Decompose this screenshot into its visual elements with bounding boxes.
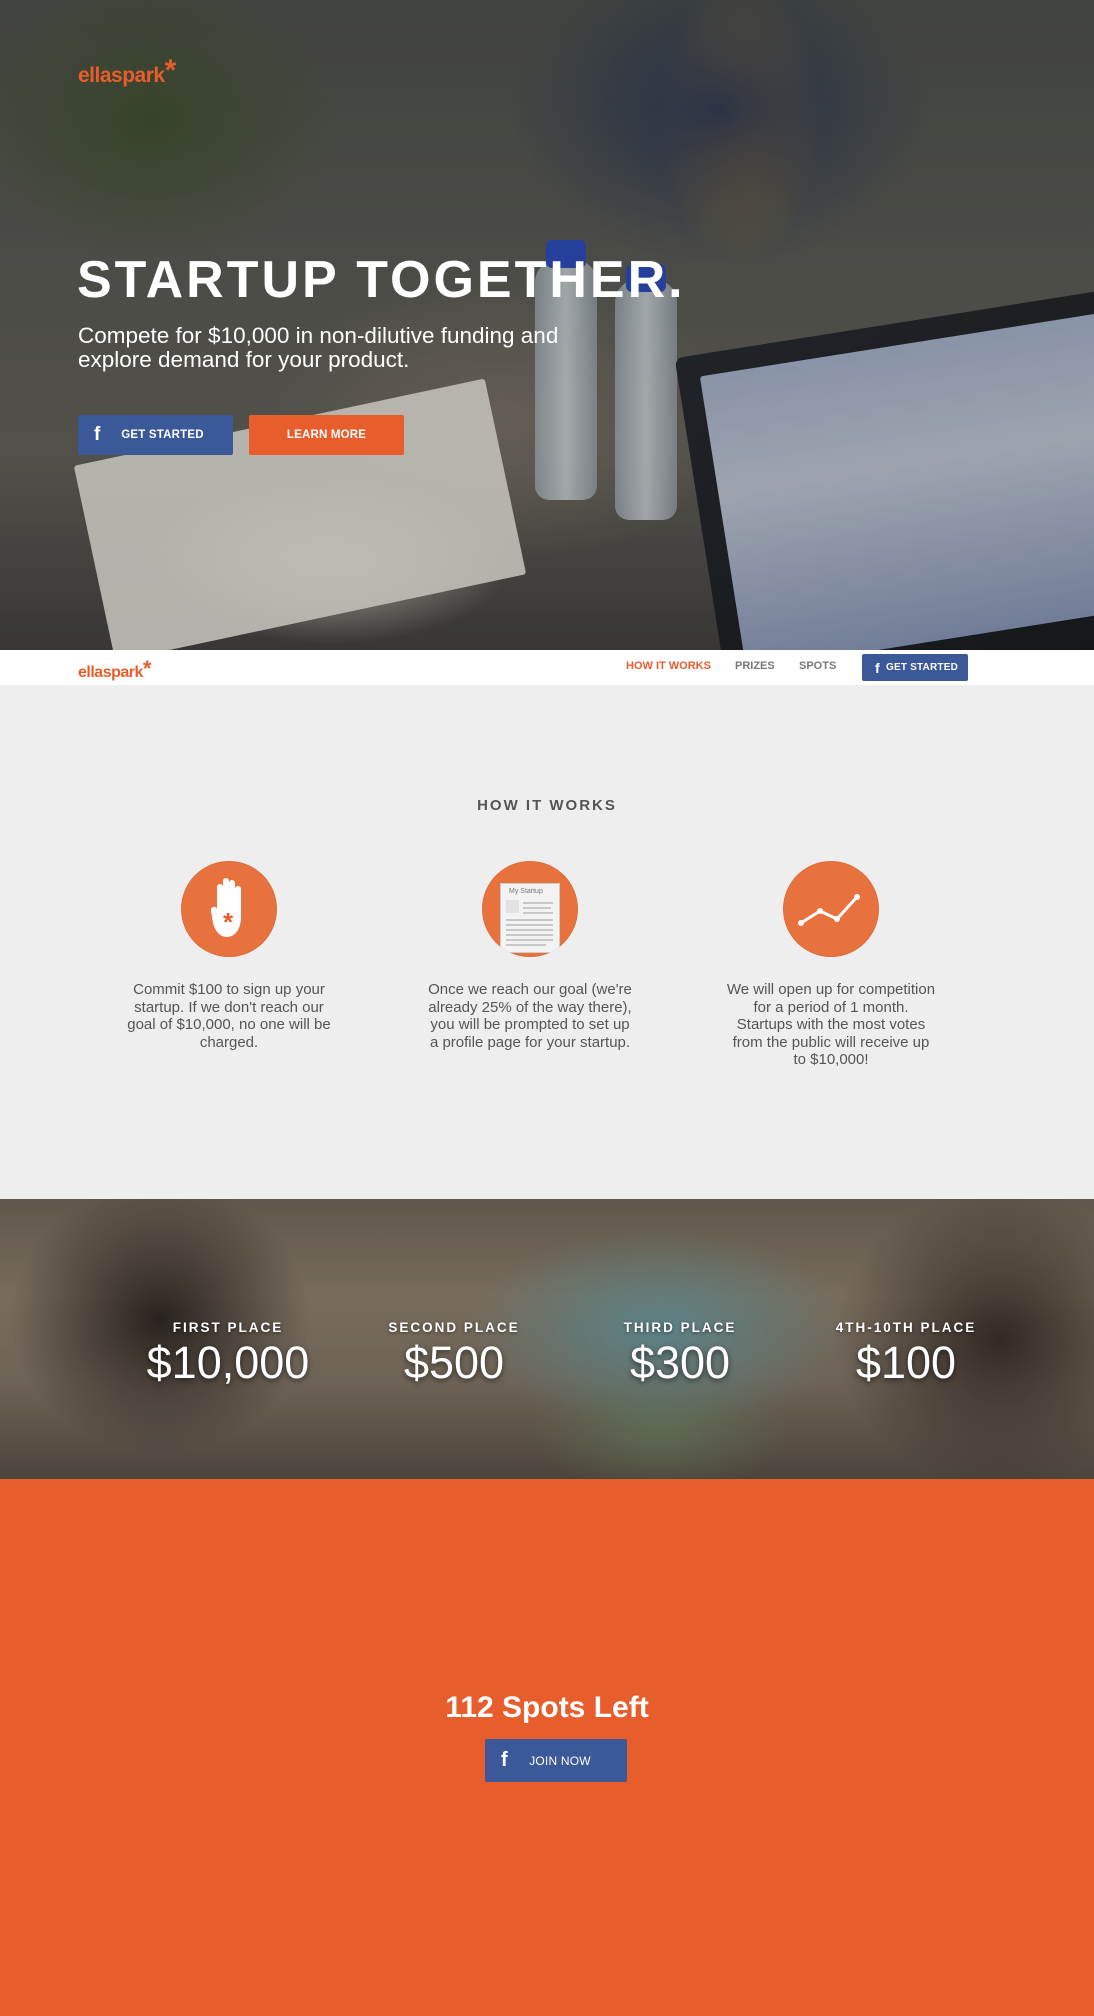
logo-text: ellaspark bbox=[78, 64, 165, 87]
mock-text-line bbox=[506, 929, 553, 931]
nav-link-spots[interactable]: SPOTS bbox=[799, 660, 836, 672]
prize-third-amount: $300 bbox=[629, 1337, 731, 1388]
hero-logo[interactable]: ellaspark* bbox=[78, 54, 177, 90]
prizes-section: FIRST PLACE $10,000 SECOND PLACE $500 TH… bbox=[0, 1199, 1094, 1479]
raised-hand-glyph: * bbox=[211, 878, 241, 937]
step-1-text: Commit $100 to sign up your startup. If … bbox=[127, 981, 331, 1051]
spots-section: 112 Spots Left f JOIN NOW bbox=[0, 1479, 1094, 2016]
mock-text-line bbox=[523, 907, 551, 909]
logo-star: * bbox=[142, 656, 152, 681]
profile-page-icon: My Startup bbox=[482, 861, 578, 957]
profile-page-caption: My Startup bbox=[509, 888, 543, 895]
spots-left-title: 112 Spots Left bbox=[445, 1691, 649, 1724]
mock-text-line bbox=[506, 944, 546, 946]
prize-fourth-to-tenth-amount: $100 bbox=[855, 1337, 957, 1388]
hero-section: ellaspark* STARTUP TOGETHER. Compete for… bbox=[0, 0, 1094, 650]
step-3-text: We will open up for competition for a pe… bbox=[726, 981, 936, 1068]
mock-text-line bbox=[523, 912, 553, 914]
how-it-works-title: HOW IT WORKS bbox=[477, 797, 617, 814]
navbar-get-started-button[interactable]: f GET STARTED bbox=[862, 654, 968, 681]
prize-fourth-to-tenth-label: 4TH-10TH PLACE bbox=[835, 1320, 977, 1335]
learn-more-button[interactable]: LEARN MORE bbox=[249, 415, 404, 455]
navbar-get-started-label: GET STARTED bbox=[885, 662, 958, 673]
facebook-icon: f bbox=[94, 424, 101, 445]
mock-text-line bbox=[506, 939, 553, 941]
svg-text:*: * bbox=[223, 907, 234, 937]
facebook-icon: f bbox=[501, 1749, 508, 1771]
mock-text-line bbox=[506, 924, 553, 926]
hero-title: STARTUP TOGETHER. bbox=[77, 251, 686, 309]
sticky-navbar: ellaspark* HOW IT WORKS PRIZES SPOTS f G… bbox=[0, 650, 1094, 685]
learn-more-label: LEARN MORE bbox=[286, 429, 367, 441]
get-started-button[interactable]: f GET STARTED bbox=[78, 415, 233, 455]
mock-text-line bbox=[523, 902, 553, 904]
facebook-icon: f bbox=[875, 659, 880, 676]
navbar-logo[interactable]: ellaspark* bbox=[78, 656, 152, 683]
prize-second-amount: $500 bbox=[403, 1337, 505, 1388]
profile-page-mockup: My Startup bbox=[500, 883, 560, 953]
prize-third-label: THIRD PLACE bbox=[623, 1320, 737, 1335]
raised-hand-icon: * bbox=[181, 861, 277, 957]
logo-star: * bbox=[164, 54, 177, 87]
join-now-button[interactable]: f JOIN NOW bbox=[485, 1739, 627, 1782]
mock-text-line bbox=[506, 934, 553, 936]
logo-text: ellaspark bbox=[78, 664, 143, 681]
get-started-label: GET STARTED bbox=[121, 429, 204, 441]
prize-second-label: SECOND PLACE bbox=[388, 1320, 520, 1335]
profile-image-placeholder bbox=[506, 900, 519, 913]
prize-first-amount: $10,000 bbox=[146, 1337, 310, 1388]
join-now-label: JOIN NOW bbox=[529, 1753, 591, 1768]
hero-subtitle: Compete for $10,000 in non-dilutive fund… bbox=[78, 323, 559, 372]
mock-text-line bbox=[506, 919, 553, 921]
trend-line-glyph bbox=[798, 894, 860, 926]
how-it-works-section: HOW IT WORKS * Commit $100 to sign up yo… bbox=[0, 685, 1094, 1199]
trend-line-icon bbox=[783, 861, 879, 957]
prize-first-label: FIRST PLACE bbox=[172, 1320, 284, 1335]
nav-link-prizes[interactable]: PRIZES bbox=[735, 660, 775, 672]
step-2-text: Once we reach our goal (we're already 25… bbox=[428, 981, 632, 1051]
nav-link-how-it-works[interactable]: HOW IT WORKS bbox=[626, 660, 711, 672]
